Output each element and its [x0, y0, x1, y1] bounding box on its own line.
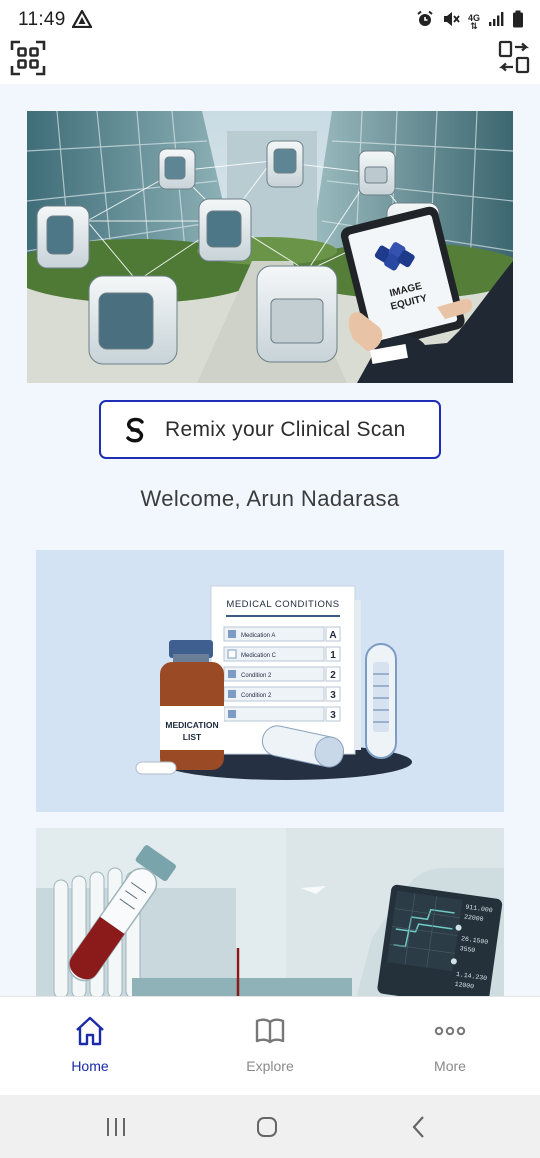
system-navigation-bar: [0, 1095, 540, 1158]
medical-row-label: Medication C: [241, 653, 277, 659]
status-icons: 4G ⇅: [416, 10, 524, 33]
nav-explore-label: Explore: [246, 1058, 294, 1074]
medical-row-label: Condition 2: [241, 693, 272, 699]
switch-account-icon[interactable]: [498, 40, 530, 74]
navigation-arrow-icon: [71, 8, 93, 33]
nav-home[interactable]: Home: [30, 1015, 150, 1074]
remix-clinical-scan-button[interactable]: Remix your Clinical Scan: [99, 400, 441, 459]
mute-icon: [442, 10, 460, 33]
qr-scan-icon[interactable]: [10, 40, 46, 76]
hero-illustration: IMAGE EQUITY: [27, 111, 513, 383]
bottle-label-2: LIST: [183, 732, 202, 742]
home-content[interactable]: IMAGE EQUITY Remix your Clinical Scan We…: [0, 84, 540, 996]
home-icon: [74, 1016, 106, 1051]
bottle-label-1: MEDICATION: [165, 720, 218, 730]
medical-row-label: Condition 2: [241, 673, 272, 679]
network-label: 4G: [467, 12, 480, 23]
remix-button-label: Remix your Clinical Scan: [165, 418, 406, 441]
alarm-icon: [416, 10, 434, 33]
more-dots-icon: [434, 1026, 466, 1051]
medical-row-label: Medication A: [241, 633, 275, 639]
network-4g-icon: 4G ⇅: [467, 12, 480, 31]
medical-row-value: A: [329, 630, 336, 641]
status-bar: 11:49 4G ⇅: [0, 0, 540, 38]
signal-icon: [488, 11, 504, 32]
home-circle-icon[interactable]: [252, 1113, 282, 1141]
recent-apps-icon[interactable]: [101, 1113, 131, 1141]
book-icon: [254, 1018, 286, 1051]
medical-conditions-card[interactable]: MEDICAL CONDITIONS Medication A A Medica…: [36, 550, 504, 812]
medical-row-value: 3: [330, 690, 336, 701]
medical-row-value: 2: [330, 670, 336, 681]
nav-more[interactable]: More: [390, 1015, 510, 1074]
lab-results-card[interactable]: 911.000 22000 26.1500 3550 1.14.230 1200…: [36, 828, 504, 996]
medical-sheet-title: MEDICAL CONDITIONS: [226, 599, 339, 610]
status-time: 11:49: [18, 9, 66, 30]
welcome-text: Welcome, Arun Nadarasa: [140, 486, 400, 511]
nav-explore[interactable]: Explore: [210, 1015, 330, 1074]
battery-icon: [512, 10, 524, 33]
medical-row-value: 1: [330, 650, 336, 661]
app-bar: [0, 38, 540, 84]
bottom-navigation: Home Explore More: [0, 996, 540, 1095]
nav-more-label: More: [434, 1058, 466, 1074]
nav-home-label: Home: [71, 1058, 109, 1074]
medical-row-value: 3: [330, 710, 336, 721]
remix-logo-icon: [123, 417, 147, 448]
back-icon[interactable]: [404, 1113, 434, 1141]
